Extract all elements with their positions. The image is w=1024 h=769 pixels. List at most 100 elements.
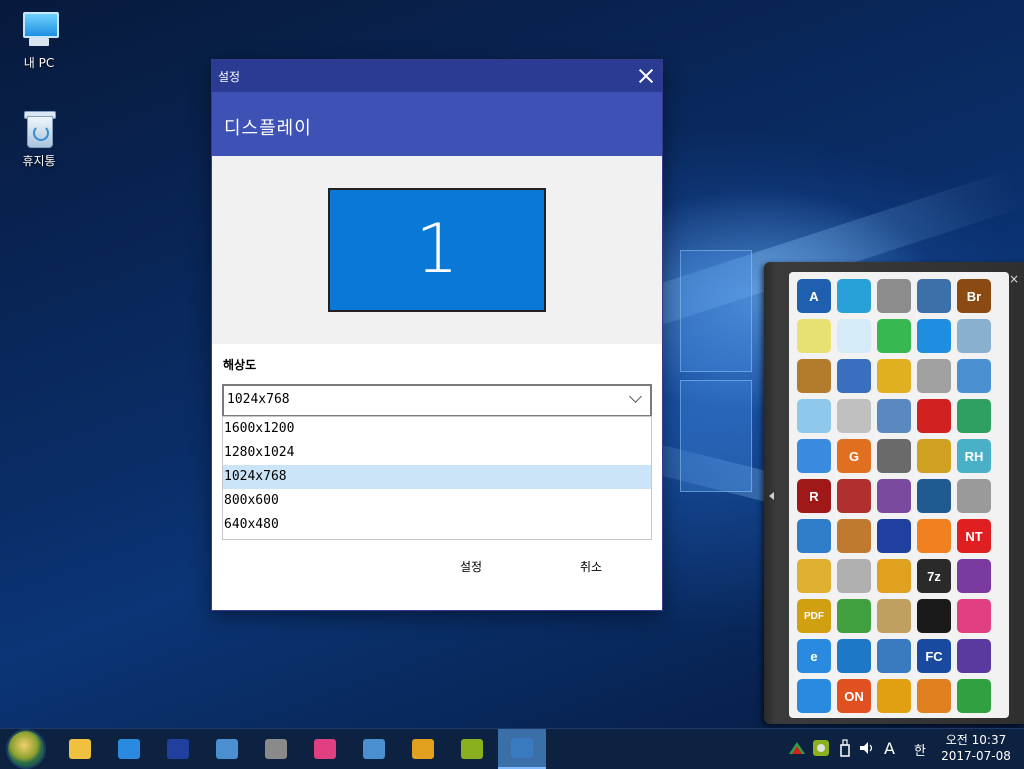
ime-mode-indicator[interactable]: A	[884, 739, 895, 758]
internet-explorer-icon[interactable]: e	[797, 639, 831, 673]
dialog-titlebar[interactable]: 설정	[212, 60, 662, 92]
resolution-option[interactable]: 1280x1024	[223, 441, 651, 465]
usb-cable-icon[interactable]	[957, 359, 991, 393]
taskbar-olive-app-icon[interactable]	[456, 733, 488, 765]
usb-stick-icon[interactable]	[957, 479, 991, 513]
key-icon[interactable]	[797, 559, 831, 593]
cpu-chip-icon[interactable]	[957, 639, 991, 673]
volume-icon[interactable]	[856, 737, 878, 759]
ghost-play-icon[interactable]	[877, 319, 911, 353]
taskbar-floppy-save-icon[interactable]	[162, 733, 194, 765]
display-settings-dialog: 설정 디스플레이 1 해상도 1024x768 1600x1200 1280x1…	[212, 60, 662, 610]
taskbar-internet-explorer-icon[interactable]	[113, 733, 145, 765]
desktop-icon-my-pc[interactable]: 내 PC	[4, 10, 74, 71]
ladybug-icon[interactable]	[917, 399, 951, 433]
letters-fc-icon[interactable]: FC	[917, 639, 951, 673]
usb-device-icon[interactable]	[836, 737, 854, 759]
color-spectrum-icon[interactable]	[957, 599, 991, 633]
download-box-icon[interactable]	[837, 519, 871, 553]
close-icon[interactable]	[636, 66, 656, 86]
display-preview: 1	[212, 156, 662, 344]
letter-r-icon	[412, 739, 434, 759]
resolution-select[interactable]: 1024x768	[222, 384, 652, 417]
pdf-icon[interactable]: PDF	[797, 599, 831, 633]
network-nodes-icon[interactable]	[877, 639, 911, 673]
hard-drive-icon[interactable]	[877, 279, 911, 313]
nt-password-icon[interactable]: NT	[957, 519, 991, 553]
pie-chart-icon[interactable]	[837, 599, 871, 633]
letter-r-icon[interactable]: R	[797, 479, 831, 513]
start-button[interactable]	[8, 731, 44, 767]
taskbar-display-settings-icon[interactable]	[498, 729, 546, 769]
tile-label: NT	[965, 528, 983, 544]
teamviewer-icon[interactable]	[837, 639, 871, 673]
search-magnifier-icon[interactable]	[917, 519, 951, 553]
resolution-option[interactable]: 640x480	[223, 513, 651, 537]
taskbar-network-nodes-icon[interactable]	[358, 733, 390, 765]
letter-g-icon[interactable]: G	[837, 439, 871, 473]
resolution-option[interactable]: 1600x1200	[223, 417, 651, 441]
disk-chart-icon[interactable]	[957, 399, 991, 433]
windows-update-icon[interactable]	[837, 359, 871, 393]
tray-app-icon[interactable]	[810, 737, 832, 759]
ghost-icon[interactable]	[797, 319, 831, 353]
refresh-gear-icon[interactable]	[877, 359, 911, 393]
trash-can-icon[interactable]	[837, 559, 871, 593]
magic-wand-icon[interactable]	[797, 439, 831, 473]
network-status-icon[interactable]	[786, 737, 808, 759]
clock[interactable]: 오전 10:37 2017-07-08	[940, 732, 1012, 764]
aimp-icon[interactable]	[877, 679, 911, 713]
magic-stars-icon[interactable]	[877, 559, 911, 593]
disk-tool-icon[interactable]	[877, 439, 911, 473]
taskbar-letter-r-icon[interactable]	[407, 733, 439, 765]
floppy-save-icon[interactable]	[877, 519, 911, 553]
hdd-clock-icon[interactable]	[917, 479, 951, 513]
launcher-close-icon[interactable]: ×	[1009, 272, 1019, 286]
desktop-icon-recycle-bin[interactable]: 휴지통	[4, 108, 74, 169]
letter-a-icon[interactable]: A	[797, 279, 831, 313]
collapse-arrow-icon[interactable]	[769, 492, 774, 500]
resolution-option[interactable]: 800x600	[223, 489, 651, 513]
utorrent-icon[interactable]	[957, 679, 991, 713]
tile-label: PDF	[804, 610, 824, 622]
taskbar-color-spectrum-icon[interactable]	[309, 733, 341, 765]
bridge-br-icon[interactable]: Br	[957, 279, 991, 313]
chip-tool-icon[interactable]	[837, 399, 871, 433]
dialog-header: 디스플레이	[212, 92, 662, 156]
sync-icon[interactable]	[837, 279, 871, 313]
backup-drive-icon[interactable]	[917, 279, 951, 313]
taskbar-mask-app-icon[interactable]	[260, 733, 292, 765]
computer-icon[interactable]	[877, 399, 911, 433]
package-installer-icon[interactable]	[797, 359, 831, 393]
taskbar-search-magnifier-icon[interactable]	[211, 733, 243, 765]
usb-lock-icon[interactable]	[917, 359, 951, 393]
color-spectrum-icon	[314, 739, 336, 759]
disc-icon[interactable]	[877, 479, 911, 513]
network-drive-icon[interactable]	[957, 319, 991, 353]
registry-icon[interactable]	[917, 439, 951, 473]
computer-icon	[19, 10, 59, 50]
chevron-down-icon	[629, 390, 642, 403]
network-map-icon[interactable]	[877, 599, 911, 633]
ime-language-indicator[interactable]: 한	[914, 740, 926, 759]
game-face-icon[interactable]	[917, 679, 951, 713]
windows-logo-icon[interactable]	[917, 319, 951, 353]
resolution-label: 해상도	[223, 358, 257, 372]
tile-label: 7z	[927, 568, 941, 584]
ghost-explorer-icon[interactable]	[837, 319, 871, 353]
ok-button[interactable]: 설정	[460, 558, 482, 575]
cancel-button[interactable]: 취소	[580, 558, 602, 575]
winrar-books-icon[interactable]	[957, 559, 991, 593]
tile-label: Br	[966, 288, 982, 304]
monitor-1[interactable]: 1	[328, 188, 546, 312]
resolution-option-selected[interactable]: 1024x768	[223, 465, 651, 489]
7zip-icon[interactable]: 7z	[917, 559, 951, 593]
document-icon[interactable]	[797, 399, 831, 433]
letters-rh-icon[interactable]: RH	[957, 439, 991, 473]
play-triangle-icon[interactable]	[797, 679, 831, 713]
on-media-icon[interactable]: ON	[837, 679, 871, 713]
taskbar-file-explorer-icon[interactable]	[64, 733, 96, 765]
usb-windows-icon[interactable]	[797, 519, 831, 553]
registry-cubes-icon[interactable]	[837, 479, 871, 513]
monitor-icon[interactable]	[917, 599, 951, 633]
